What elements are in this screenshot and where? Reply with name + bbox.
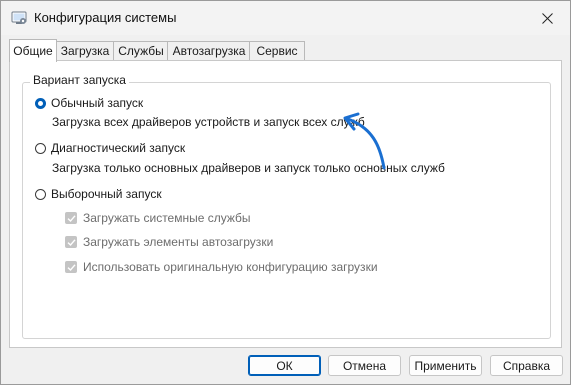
system-configuration-window: Конфигурация системы Общие Загрузка Служ… <box>0 0 571 385</box>
checkbox-disabled-checked <box>65 212 77 224</box>
selective-startup-label: Выборочный запуск <box>51 187 162 201</box>
use-original-boot-config-label: Использовать оригинальную конфигурацию з… <box>83 260 378 274</box>
ok-button[interactable]: ОК <box>248 355 321 376</box>
checkmark-icon <box>67 263 76 271</box>
tab-general[interactable]: Общие <box>9 39 57 62</box>
normal-startup-description: Загрузка всех драйверов устройств и запу… <box>52 115 365 129</box>
use-original-boot-config-checkbox[interactable]: Использовать оригинальную конфигурацию з… <box>65 260 378 274</box>
tab-services[interactable]: Службы <box>113 41 169 61</box>
checkmark-icon <box>67 238 76 246</box>
load-startup-items-checkbox[interactable]: Загружать элементы автозагрузки <box>65 235 273 249</box>
checkbox-disabled-checked <box>65 261 77 273</box>
load-system-services-checkbox[interactable]: Загружать системные службы <box>65 211 251 225</box>
title-bar: Конфигурация системы <box>1 1 570 35</box>
radio-unselected-indicator <box>35 142 46 154</box>
general-tab-panel: Вариант запуска Обычный запуск Загрузка … <box>9 60 562 348</box>
checkbox-disabled-checked <box>65 236 77 248</box>
selective-startup-radio[interactable]: Выборочный запуск <box>35 187 162 201</box>
diagnostic-startup-label: Диагностический запуск <box>51 141 186 155</box>
radio-selected-indicator <box>35 97 46 109</box>
radio-unselected-indicator <box>35 188 46 200</box>
checkmark-icon <box>67 214 76 222</box>
load-system-services-label: Загружать системные службы <box>83 211 251 225</box>
normal-startup-label: Обычный запуск <box>51 96 144 110</box>
apply-button[interactable]: Применить <box>409 355 482 376</box>
tab-boot[interactable]: Загрузка <box>55 41 115 61</box>
diagnostic-startup-radio[interactable]: Диагностический запуск <box>35 141 185 155</box>
msconfig-app-icon <box>11 11 27 24</box>
cancel-button[interactable]: Отмена <box>328 355 401 376</box>
diagnostic-startup-description: Загрузка только основных драйверов и зап… <box>52 161 445 175</box>
load-startup-items-label: Загружать элементы автозагрузки <box>83 235 274 249</box>
tab-tools[interactable]: Сервис <box>249 41 305 61</box>
help-button[interactable]: Справка <box>490 355 563 376</box>
normal-startup-radio[interactable]: Обычный запуск <box>35 96 143 110</box>
close-button[interactable] <box>524 1 570 35</box>
close-icon <box>541 12 553 24</box>
group-legend: Вариант запуска <box>30 73 129 87</box>
tab-startup[interactable]: Автозагрузка <box>167 41 251 61</box>
window-title: Конфигурация системы <box>34 10 177 25</box>
